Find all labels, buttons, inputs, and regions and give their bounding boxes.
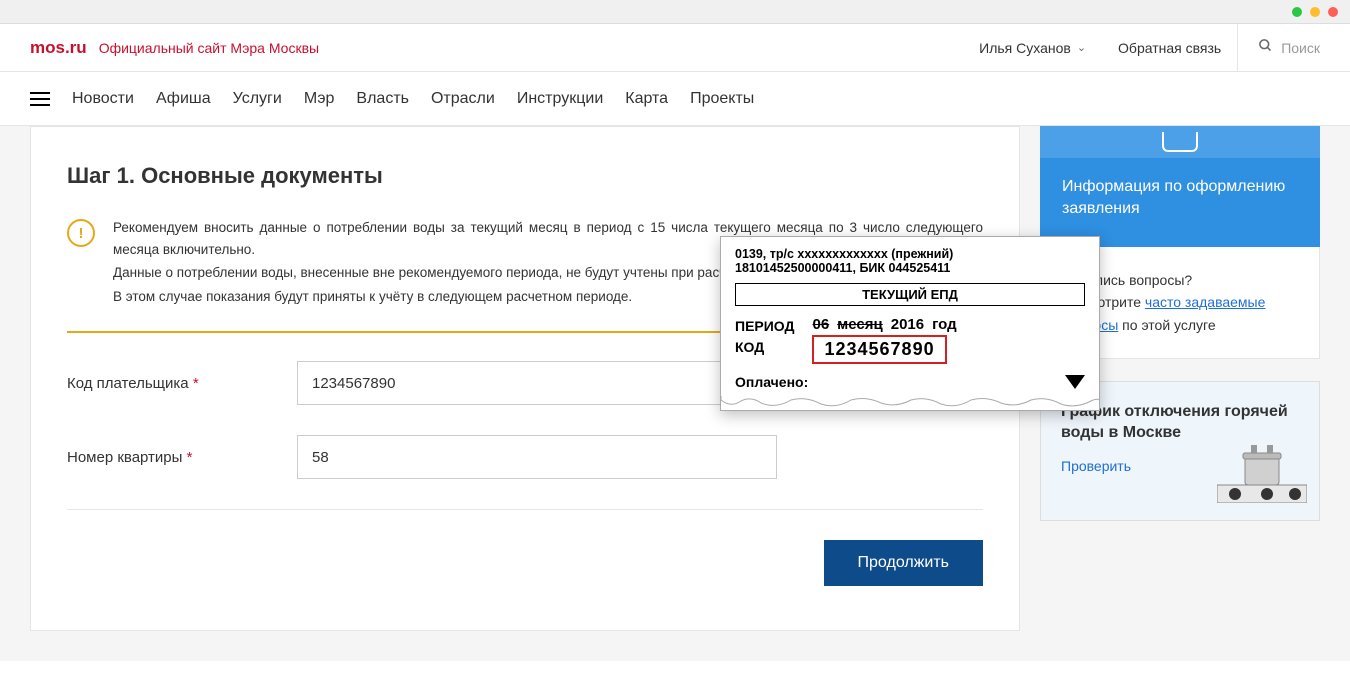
- apartment-row: Номер квартиры *: [67, 435, 983, 479]
- doc-paid-label: Оплачено:: [735, 374, 808, 390]
- topbar: mos.ru Официальный сайт Мэра Москвы Илья…: [0, 24, 1350, 72]
- search-icon: [1258, 38, 1273, 58]
- nav-item-mayor[interactable]: Мэр: [304, 90, 335, 108]
- nav-item-sectors[interactable]: Отрасли: [431, 90, 495, 108]
- doc-period-value: 06 месяц 2016 год: [812, 316, 956, 333]
- hamburger-menu[interactable]: [30, 92, 50, 106]
- feedback-link[interactable]: Обратная связь: [1102, 40, 1237, 56]
- doc-hint-banner: ТЕКУЩИЙ ЕПД: [735, 283, 1085, 306]
- window-maximize-dot[interactable]: [1310, 7, 1320, 17]
- payer-code-label: Код плательщика *: [67, 375, 297, 392]
- site-logo: mos.ru: [30, 38, 87, 58]
- document-hint-tooltip: 0139, тр/с xxxxxxxxxxxxx (прежний) 18101…: [720, 236, 1100, 411]
- payer-code-input[interactable]: [297, 361, 777, 405]
- search-trigger[interactable]: Поиск: [1237, 24, 1320, 71]
- search-placeholder: Поиск: [1281, 40, 1320, 56]
- chevron-down-icon: ⌄: [1077, 41, 1086, 54]
- nav-item-events[interactable]: Афиша: [156, 90, 211, 108]
- continue-button[interactable]: Продолжить: [824, 540, 983, 586]
- apartment-input[interactable]: [297, 435, 777, 479]
- user-name: Илья Суханов: [979, 40, 1071, 56]
- user-menu[interactable]: Илья Суханов ⌄: [963, 40, 1102, 56]
- promo-illustration: [1217, 443, 1307, 508]
- torn-edge-decoration: [721, 396, 1099, 410]
- info-box[interactable]: Информация по оформлению заявления: [1040, 126, 1320, 247]
- nav-item-gov[interactable]: Власть: [356, 90, 409, 108]
- doc-period-label: ПЕРИОД: [735, 316, 794, 337]
- info-box-icon: [1040, 126, 1320, 158]
- nav-item-instructions[interactable]: Инструкции: [517, 90, 603, 108]
- info-box-title: Информация по оформлению заявления: [1062, 176, 1298, 221]
- doc-hint-line: 0139, тр/с xxxxxxxxxxxxx (прежний): [735, 247, 1085, 261]
- browser-titlebar: [0, 0, 1350, 24]
- promo-link[interactable]: Проверить: [1061, 458, 1131, 474]
- nav-item-map[interactable]: Карта: [625, 90, 668, 108]
- apartment-label: Номер квартиры *: [67, 449, 297, 466]
- logo-area[interactable]: mos.ru Официальный сайт Мэра Москвы: [30, 38, 319, 58]
- triangle-down-icon: [1065, 375, 1085, 389]
- doc-code-label: КОД: [735, 337, 794, 358]
- doc-hint-line: 18101452500000411, БИК 044525411: [735, 261, 1085, 275]
- nav-item-projects[interactable]: Проекты: [690, 90, 754, 108]
- window-minimize-dot[interactable]: [1292, 7, 1302, 17]
- faq-text: по этой услуге: [1118, 317, 1215, 333]
- doc-code-highlight: 1234567890: [812, 335, 946, 364]
- window-close-dot[interactable]: [1328, 7, 1338, 17]
- main-nav: Новости Афиша Услуги Мэр Власть Отрасли …: [0, 72, 1350, 126]
- nav-item-news[interactable]: Новости: [72, 90, 134, 108]
- form-divider: [67, 509, 983, 510]
- site-tagline: Официальный сайт Мэра Москвы: [99, 40, 319, 56]
- nav-item-services[interactable]: Услуги: [233, 90, 282, 108]
- step-title: Шаг 1. Основные документы: [67, 163, 983, 189]
- warning-icon: !: [67, 219, 95, 247]
